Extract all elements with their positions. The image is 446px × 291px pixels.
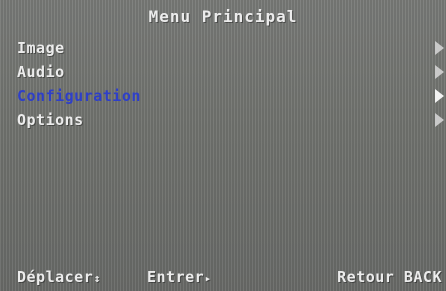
arrow-right-icon [435,65,444,79]
main-menu: Image Audio Configuration Options [0,36,446,132]
enter-hint: Entrer▸ [147,267,212,289]
enter-arrow-icon: ▸ [204,272,212,285]
menu-title: Menu Principal [148,7,298,26]
enter-label: Entrer [147,268,205,286]
arrow-right-icon [435,113,444,127]
arrow-right-icon [435,41,444,55]
menu-item-audio[interactable]: Audio [0,60,446,84]
menu-item-label: Audio [17,63,65,81]
menu-item-configuration[interactable]: Configuration [0,84,446,108]
osd-screen: Menu Principal Image Audio Configuration… [0,0,446,291]
menu-item-options[interactable]: Options [0,108,446,132]
menu-item-label: Image [17,39,65,57]
menu-item-image[interactable]: Image [0,36,446,60]
move-hint: Déplacer↕ [17,267,101,289]
menu-item-label: Configuration [17,87,141,105]
up-down-icon: ↕ [93,272,101,285]
move-label: Déplacer [17,268,94,286]
arrow-right-icon [435,89,444,103]
menu-item-label: Options [17,111,84,129]
footer-hints: Déplacer↕ Entrer▸ Retour BACK [0,267,446,287]
back-hint: Retour BACK [337,268,442,286]
